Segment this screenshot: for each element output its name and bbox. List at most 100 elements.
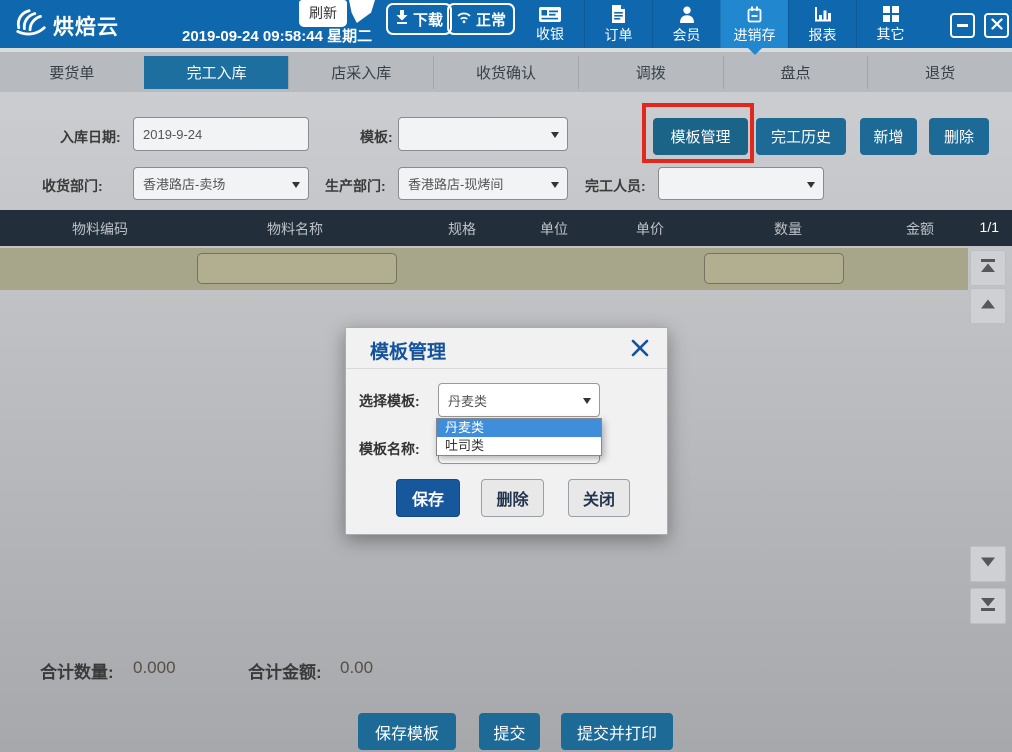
tab-receive-confirm[interactable]: 收货确认 [433,56,578,89]
select-template-label: 选择模板: [359,391,420,411]
app-title: 烘焙云 [53,11,119,41]
template-manage-button[interactable]: 模板管理 [653,118,748,155]
dialog-header: 模板管理 [346,328,667,369]
scroll-up-icon [979,295,997,318]
network-status-button[interactable]: 正常 [447,3,515,35]
scroll-down-button[interactable] [970,546,1006,582]
nav-label: 报表 [809,28,837,43]
dropdown-option-danish[interactable]: 丹麦类 [437,419,601,437]
chevron-down-icon [292,182,300,188]
chevron-down-icon [807,182,815,188]
close-window-icon [991,17,1003,35]
nav-label: 进销存 [734,28,776,43]
submit-and-print-button[interactable]: 提交并打印 [561,713,673,750]
inbound-date-input[interactable] [133,117,309,151]
finish-history-button[interactable]: 完工历史 [756,118,846,155]
other-grid-icon [883,6,899,25]
nav-item-cashier[interactable]: 收银 [516,0,584,48]
network-status-label: 正常 [476,9,506,30]
inbound-date-label: 入库日期: [60,127,121,147]
wifi-icon [456,11,472,28]
tab-finish-inbound[interactable]: 完工入库 [144,56,289,89]
download-label: 下载 [413,9,443,30]
dialog-close-action-button[interactable]: 关闭 [568,479,630,517]
chevron-down-icon [551,182,559,188]
cashier-card-icon [539,7,561,25]
produce-dept-label: 生产部门: [325,176,386,196]
dialog-title: 模板管理 [370,337,446,364]
download-button[interactable]: 下载 [386,3,452,35]
nav-item-orders[interactable]: 订单 [584,0,652,48]
table-header: 物料编码 物料名称 规格 单位 单价 数量 金额 1/1 [0,210,1012,246]
logo-wave-icon [14,8,48,43]
col-material-code: 物料编码 [72,219,128,239]
template-name-label: 模板名称: [359,439,420,459]
app-window: 烘焙云 刷新 2019-09-24 09:58:44 星期二 下载 [0,0,1012,752]
member-person-icon [678,6,696,26]
template-manage-dialog: 模板管理 选择模板: 丹麦类 模板名称: 丹麦类 吐司类 保存 删除 关闭 [345,327,668,535]
chevron-down-icon [583,398,591,404]
col-amount: 金额 [906,219,934,239]
worker-select[interactable] [658,167,824,200]
minimize-button[interactable] [950,13,975,38]
tab-transfer[interactable]: 调拨 [578,56,723,89]
chevron-down-icon [551,132,559,138]
produce-dept-select[interactable]: 香港路店-现烤间 [398,167,568,200]
template-label: 模板: [360,127,393,147]
scroll-up-button[interactable] [970,288,1006,324]
page-indicator: 1/1 [980,219,999,235]
col-unit: 单位 [540,219,568,239]
total-qty-label: 合计数量: [40,658,114,683]
close-window-button[interactable] [984,13,1009,38]
top-bar: 烘焙云 刷新 2019-09-24 09:58:44 星期二 下载 [0,0,1012,48]
scroll-down-icon [979,553,997,576]
dialog-close-button[interactable] [630,338,650,358]
template-options-dropdown: 丹麦类 吐司类 [436,418,602,456]
scroll-to-top-button[interactable] [970,250,1006,286]
col-unit-price: 单价 [636,219,664,239]
nav-label: 其它 [877,27,905,42]
total-amount-value: 0.00 [340,658,373,678]
add-button[interactable]: 新增 [860,118,917,155]
tab-request-order[interactable]: 要货单 [0,56,144,89]
save-template-button[interactable]: 保存模板 [358,713,456,750]
col-material-name: 物料名称 [267,219,323,239]
minimize-icon [957,24,968,27]
total-amount-label: 合计金额: [248,658,322,683]
tab-store-purchase-inbound[interactable]: 店采入库 [288,56,433,89]
col-spec: 规格 [448,219,476,239]
submit-button[interactable]: 提交 [479,713,540,750]
worker-label: 完工人员: [585,176,646,196]
module-tab-bar: 要货单 完工入库 店采入库 收货确认 调拨 盘点 退货 [0,48,1012,92]
dropdown-option-toast[interactable]: 吐司类 [437,437,601,455]
report-chart-icon [814,6,832,26]
material-name-entry-input[interactable] [197,253,397,284]
nav-item-members[interactable]: 会员 [652,0,720,48]
receive-dept-select[interactable]: 香港路店-卖场 [133,167,309,200]
order-doc-icon [611,5,626,26]
datetime-display: 2019-09-24 09:58:44 星期二 [182,25,372,46]
receive-dept-label: 收货部门: [42,176,103,196]
quantity-entry-input[interactable] [704,253,844,284]
receive-dept-value: 香港路店-卖场 [143,174,225,193]
refresh-tooltip-tail [349,0,375,23]
inventory-clipboard-icon [746,6,763,26]
app-logo: 烘焙云 [14,8,119,43]
col-quantity: 数量 [774,219,802,239]
main-nav: 收银 订单 [516,0,924,48]
tab-stocktake[interactable]: 盘点 [723,56,868,89]
nav-label: 会员 [673,28,701,43]
nav-item-reports[interactable]: 报表 [788,0,856,48]
refresh-button[interactable]: 刷新 [299,0,347,27]
delete-button[interactable]: 删除 [929,118,989,155]
nav-item-other[interactable]: 其它 [856,0,924,48]
scroll-to-bottom-button[interactable] [970,588,1006,624]
total-qty-value: 0.000 [133,658,176,678]
template-choose-select[interactable]: 丹麦类 [438,383,600,417]
nav-label: 收银 [536,27,564,42]
dialog-delete-button[interactable]: 删除 [481,479,544,517]
dialog-save-button[interactable]: 保存 [396,479,460,517]
tab-returns[interactable]: 退货 [867,56,1012,89]
nav-item-inventory[interactable]: 进销存 [720,0,788,48]
template-select[interactable] [398,117,568,151]
